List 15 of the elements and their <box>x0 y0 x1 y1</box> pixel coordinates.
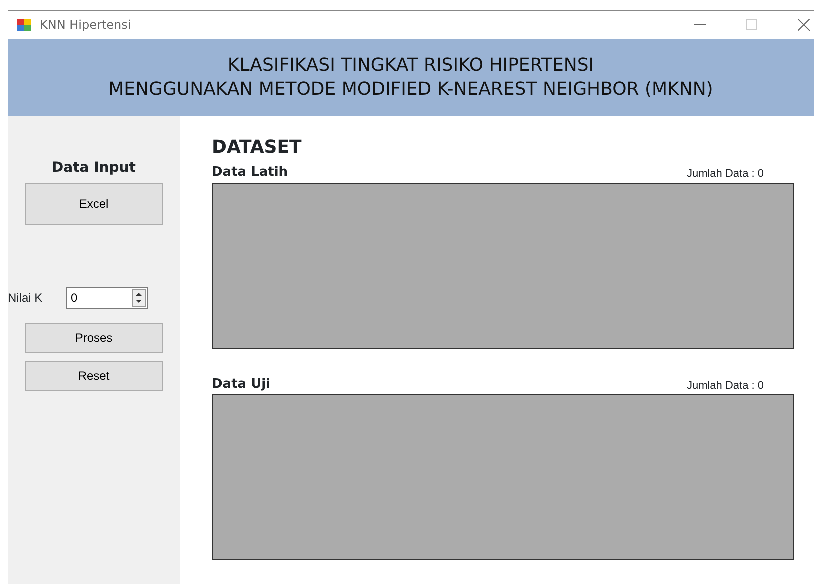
section-title: DATASET <box>212 136 303 160</box>
field-label: Nilai K <box>8 290 44 307</box>
grid-title: Data Latih <box>212 164 288 182</box>
section-title: Data Input <box>52 159 136 178</box>
grid-title: Data Uji <box>212 376 271 394</box>
app-icon <box>16 17 32 33</box>
data-count: Jumlah Data : 0 <box>686 378 764 394</box>
header-title: KLASIFIKASI TINGKAT RISIKO HIPERTENSI <box>228 54 594 78</box>
header-title: MENGGUNAKAN METODE MODIFIED K-NEAREST NEIGHBOR (MKNN) <box>108 78 714 102</box>
data-count: Jumlah Data : 0 <box>686 167 764 182</box>
excel-button[interactable]: Excel <box>25 183 163 225</box>
action-button[interactable]: Reset <box>25 361 163 391</box>
action-button[interactable]: Proses <box>25 323 163 353</box>
close-icon[interactable] <box>798 19 810 31</box>
window-title: KNN Hipertensi <box>40 17 132 34</box>
